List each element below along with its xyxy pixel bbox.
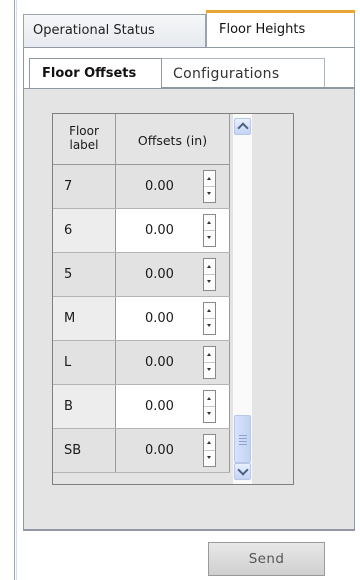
spin-up-icon[interactable] <box>204 303 215 319</box>
table-row: 6 0.00 <box>53 209 230 253</box>
offset-value[interactable]: 0.00 <box>145 429 174 472</box>
send-button[interactable]: Send <box>208 542 325 576</box>
floor-label-cell: 7 <box>53 165 116 208</box>
floor-label-cell: B <box>53 385 116 428</box>
spin-down-icon[interactable] <box>204 451 215 466</box>
offset-cell[interactable]: 0.00 <box>116 385 230 428</box>
offset-value[interactable]: 0.00 <box>145 253 174 296</box>
offset-value[interactable]: 0.00 <box>145 297 174 340</box>
table-row: SB 0.00 <box>53 429 230 473</box>
floor-label-cell: M <box>53 297 116 340</box>
offset-spinner[interactable] <box>203 258 216 291</box>
window-left-border <box>14 0 15 580</box>
subtab-floor-offsets[interactable]: Floor Offsets <box>29 58 162 88</box>
offset-spinner[interactable] <box>203 390 216 423</box>
floor-label-cell: 5 <box>53 253 116 296</box>
spin-down-icon[interactable] <box>204 275 215 290</box>
floor-offsets-content: Floor label Offsets (in) 7 0.00 6 0.00 5… <box>24 88 354 530</box>
tab-floor-heights[interactable]: Floor Heights <box>206 10 355 47</box>
spin-up-icon[interactable] <box>204 259 215 275</box>
floor-label-cell: 6 <box>53 209 116 252</box>
offset-value[interactable]: 0.00 <box>145 385 174 428</box>
table-row: M 0.00 <box>53 297 230 341</box>
floor-label-cell: L <box>53 341 116 384</box>
floor-offsets-table: Floor label Offsets (in) 7 0.00 6 0.00 5… <box>52 113 294 485</box>
table-row: B 0.00 <box>53 385 230 429</box>
floor-label-cell: SB <box>53 429 116 472</box>
offset-cell[interactable]: 0.00 <box>116 429 230 472</box>
table-row: 5 0.00 <box>53 253 230 297</box>
spin-down-icon[interactable] <box>204 187 215 202</box>
offset-cell[interactable]: 0.00 <box>116 209 230 252</box>
spin-down-icon[interactable] <box>204 231 215 246</box>
spin-up-icon[interactable] <box>204 347 215 363</box>
spin-up-icon[interactable] <box>204 435 215 451</box>
offset-cell[interactable]: 0.00 <box>116 253 230 296</box>
offset-value[interactable]: 0.00 <box>145 165 174 208</box>
offset-spinner[interactable] <box>203 170 216 203</box>
spin-up-icon[interactable] <box>204 215 215 231</box>
offset-spinner[interactable] <box>203 346 216 379</box>
tab-operational-status[interactable]: Operational Status <box>23 14 206 47</box>
column-header-floor-label: Floor label <box>53 114 116 165</box>
scroll-down-icon[interactable] <box>234 463 251 480</box>
offset-spinner[interactable] <box>203 302 216 335</box>
offset-cell[interactable]: 0.00 <box>116 341 230 384</box>
spin-up-icon[interactable] <box>204 171 215 187</box>
spin-down-icon[interactable] <box>204 407 215 422</box>
table-row: L 0.00 <box>53 341 230 385</box>
floor-heights-panel: Floor Offsets Configurations Floor label… <box>23 47 355 531</box>
offset-cell[interactable]: 0.00 <box>116 165 230 208</box>
offset-cell[interactable]: 0.00 <box>116 297 230 340</box>
column-header-offsets: Offsets (in) <box>116 114 230 165</box>
subtab-configurations[interactable]: Configurations <box>162 58 325 88</box>
offset-value[interactable]: 0.00 <box>145 209 174 252</box>
spin-down-icon[interactable] <box>204 363 215 378</box>
spin-down-icon[interactable] <box>204 319 215 334</box>
offset-spinner[interactable] <box>203 434 216 467</box>
table-row: 7 0.00 <box>53 165 230 209</box>
scrollbar-thumb[interactable] <box>234 415 251 463</box>
offset-value[interactable]: 0.00 <box>145 341 174 384</box>
offset-spinner[interactable] <box>203 214 216 247</box>
window-left-border-inner <box>16 0 17 580</box>
spin-up-icon[interactable] <box>204 391 215 407</box>
scroll-up-icon[interactable] <box>234 118 251 135</box>
table-vertical-scrollbar[interactable] <box>233 114 252 484</box>
